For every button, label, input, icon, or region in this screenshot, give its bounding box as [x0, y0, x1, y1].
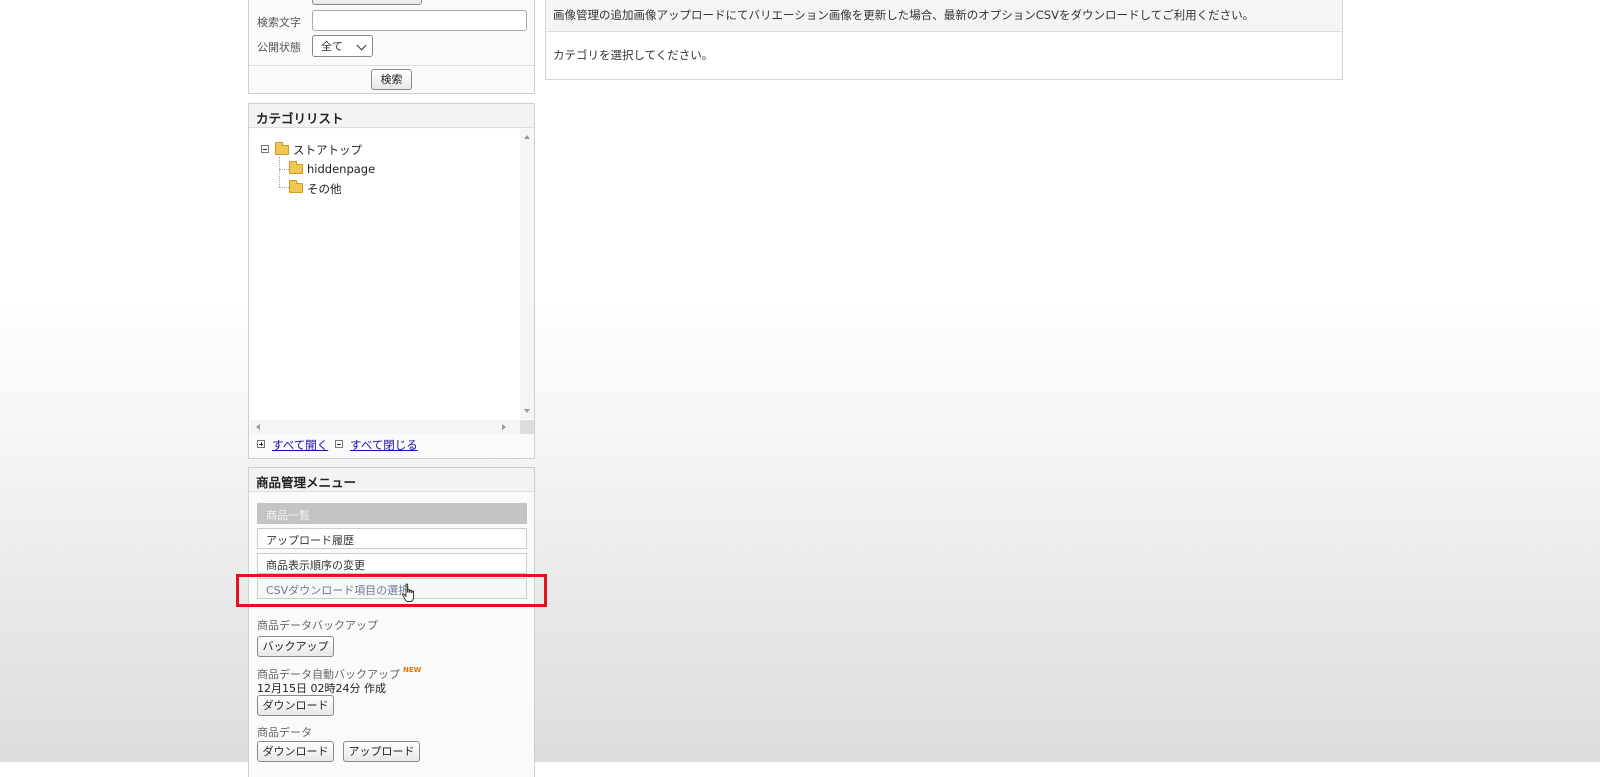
folder-icon	[289, 180, 303, 193]
menu-item-display-order[interactable]: 商品表示順序の変更	[257, 553, 527, 574]
hand-cursor-icon	[402, 583, 415, 603]
category-tree: ストアトップ hiddenpage その他	[250, 129, 534, 434]
scroll-right-icon[interactable]	[502, 424, 506, 430]
category-list-panel: カテゴリリスト ストアトップ hiddenpage その他 すべて開く すべて閉…	[248, 103, 535, 459]
keyword-label: 検索文字	[257, 16, 301, 29]
content-panel: 画像管理の追加画像アップロードにてバリエーション画像を更新した場合、最新のオプシ…	[545, 0, 1343, 80]
expand-all-icon[interactable]	[257, 440, 265, 448]
category-list-title: カテゴリリスト	[249, 104, 534, 128]
expand-all-link[interactable]: すべて開く	[272, 437, 328, 453]
divider	[249, 65, 534, 66]
notice-bar: 画像管理の追加画像アップロードにてバリエーション画像を更新した場合、最新のオプシ…	[546, 0, 1342, 32]
product-data-download-button[interactable]: ダウンロード	[257, 741, 334, 762]
search-panel: 検索文字 公開状態 全て 検索	[248, 0, 535, 94]
collapse-all-icon[interactable]	[335, 440, 343, 448]
status-select-value: 全て	[321, 40, 343, 53]
scroll-up-icon[interactable]	[524, 135, 530, 139]
collapse-node-icon[interactable]	[261, 145, 269, 153]
product-data-upload-button[interactable]: アップロード	[343, 741, 420, 762]
horizontal-scrollbar[interactable]	[250, 420, 520, 434]
scrollbar-corner	[520, 420, 534, 434]
select-category-message: カテゴリを選択してください。	[553, 48, 714, 62]
top-cut-button[interactable]	[312, 0, 422, 5]
scroll-down-icon[interactable]	[524, 409, 530, 413]
status-select[interactable]: 全て	[312, 35, 373, 57]
new-badge: NEW	[403, 666, 422, 674]
backup-button[interactable]: バックアップ	[257, 636, 334, 657]
collapse-all-link[interactable]: すべて閉じる	[350, 437, 418, 453]
chevron-down-icon	[356, 40, 367, 51]
tree-connector	[279, 169, 289, 170]
keyword-input[interactable]	[312, 10, 527, 31]
tree-node-hiddenpage[interactable]: hiddenpage	[307, 162, 375, 176]
tree-node-root[interactable]: ストアトップ	[293, 142, 362, 158]
status-label: 公開状態	[257, 41, 301, 54]
product-data-label: 商品データ	[257, 726, 312, 739]
tree-connector	[279, 157, 280, 187]
auto-backup-download-button[interactable]: ダウンロード	[257, 695, 334, 716]
menu-item-product-list[interactable]: 商品一覧	[257, 503, 527, 524]
menu-item-upload-history[interactable]: アップロード履歴	[257, 528, 527, 549]
notice-text: 画像管理の追加画像アップロードにてバリエーション画像を更新した場合、最新のオプシ…	[553, 8, 1255, 22]
backup-label: 商品データバックアップ	[257, 619, 378, 632]
tree-node-other[interactable]: その他	[307, 181, 342, 197]
highlight-box	[236, 574, 547, 607]
scroll-left-icon[interactable]	[256, 424, 260, 430]
vertical-scrollbar[interactable]	[520, 129, 534, 419]
tree-connector	[279, 187, 289, 188]
auto-backup-time: 12月15日 02時24分 作成	[257, 682, 386, 695]
folder-icon	[275, 142, 289, 155]
product-menu-panel: 商品管理メニュー 商品一覧 アップロード履歴 商品表示順序の変更 CSVダウンロ…	[248, 467, 535, 777]
folder-icon	[289, 161, 303, 174]
search-button[interactable]: 検索	[371, 69, 412, 90]
product-menu-title: 商品管理メニュー	[249, 468, 534, 492]
